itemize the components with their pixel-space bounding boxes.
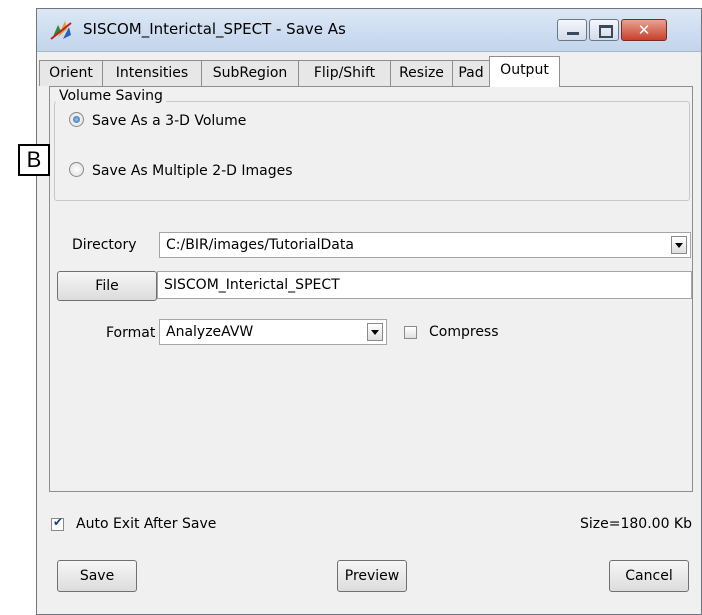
format-dropdown[interactable]: AnalyzeAVW xyxy=(159,319,387,345)
close-button[interactable]: ✕ xyxy=(621,19,667,41)
tab-output[interactable]: Output xyxy=(489,56,560,87)
auto-exit-checkbox[interactable]: ✔ xyxy=(51,515,64,531)
app-logo-icon xyxy=(50,21,72,40)
file-name-value: SISCOM_Interictal_SPECT xyxy=(164,277,340,293)
radio-2d-images[interactable] xyxy=(69,162,84,177)
directory-dropdown-button[interactable] xyxy=(671,236,687,254)
volume-saving-group: Volume Saving Save As a 3-D Volume Save … xyxy=(54,88,690,201)
auto-exit-label: Auto Exit After Save xyxy=(76,516,217,532)
minimize-button[interactable] xyxy=(557,19,587,41)
maximize-button[interactable] xyxy=(589,19,619,41)
radio-3d-volume[interactable] xyxy=(69,112,84,127)
file-name-input[interactable]: SISCOM_Interictal_SPECT xyxy=(157,271,692,299)
size-readout: Size=180.00 Kb xyxy=(580,516,692,532)
save-as-dialog: SISCOM_Interictal_SPECT - Save As ✕ Orie… xyxy=(36,8,702,615)
tab-pad[interactable]: Pad xyxy=(452,60,490,86)
tab-flip-shift[interactable]: Flip/Shift xyxy=(298,60,391,86)
chevron-down-icon xyxy=(371,330,379,335)
output-panel: Volume Saving Save As a 3-D Volume Save … xyxy=(49,86,693,492)
format-label: Format xyxy=(106,325,156,341)
directory-value: C:/BIR/images/TutorialData xyxy=(166,237,354,253)
tab-resize[interactable]: Resize xyxy=(390,60,453,86)
window-title: SISCOM_Interictal_SPECT - Save As xyxy=(83,20,346,38)
save-2d-images-label: Save As Multiple 2-D Images xyxy=(92,163,293,179)
save-3d-volume-option[interactable]: Save As a 3-D Volume xyxy=(69,112,246,132)
cancel-button[interactable]: Cancel xyxy=(609,560,689,592)
minimize-icon xyxy=(567,32,579,35)
tab-orient[interactable]: Orient xyxy=(39,60,103,86)
compress-checkbox[interactable] xyxy=(404,326,417,339)
format-dropdown-button[interactable] xyxy=(367,323,383,341)
tab-intensities[interactable]: Intensities xyxy=(102,60,202,86)
directory-dropdown[interactable]: C:/BIR/images/TutorialData xyxy=(159,232,691,258)
volume-saving-legend: Volume Saving xyxy=(56,88,166,104)
directory-label: Directory xyxy=(72,237,137,253)
compress-label: Compress xyxy=(429,324,499,340)
save-2d-images-option[interactable]: Save As Multiple 2-D Images xyxy=(69,162,293,182)
file-button[interactable]: File xyxy=(57,271,157,301)
save-3d-volume-label: Save As a 3-D Volume xyxy=(92,113,247,129)
maximize-icon xyxy=(599,25,613,38)
close-icon: ✕ xyxy=(637,21,651,39)
format-value: AnalyzeAVW xyxy=(166,324,254,340)
tab-subregion[interactable]: SubRegion xyxy=(201,60,299,86)
callout-label-b: B xyxy=(18,144,50,176)
save-button[interactable]: Save xyxy=(57,560,137,592)
checkmark-icon: ✔ xyxy=(53,515,64,529)
preview-button[interactable]: Preview xyxy=(337,560,407,592)
chevron-down-icon xyxy=(675,243,683,248)
title-bar[interactable]: SISCOM_Interictal_SPECT - Save As ✕ xyxy=(37,9,701,52)
